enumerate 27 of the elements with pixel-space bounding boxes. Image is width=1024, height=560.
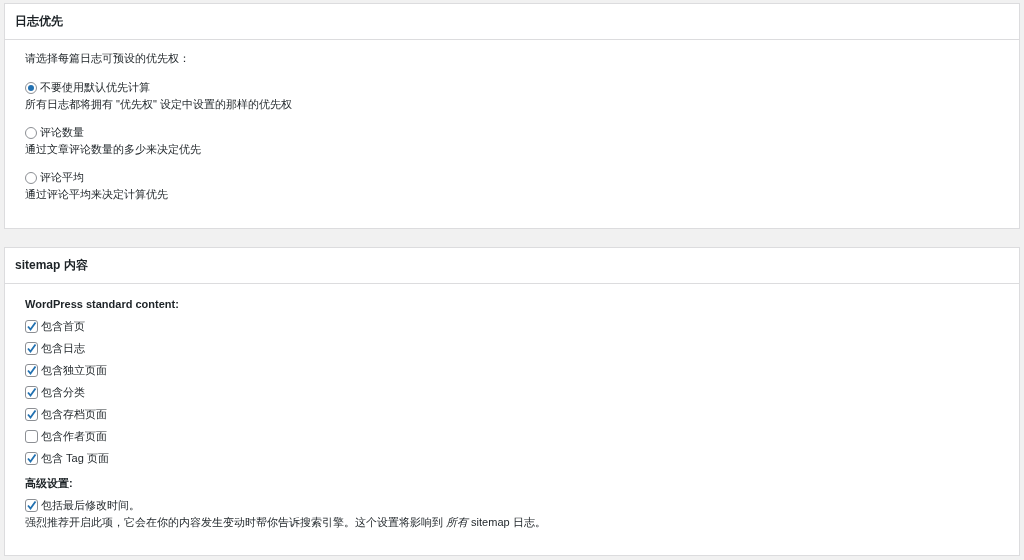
intro-text: 请选择每篇日志可预设的优先权：	[25, 51, 191, 66]
panel-title: 日志优先	[5, 4, 1019, 40]
checkbox[interactable]	[25, 452, 38, 465]
option-description: 所有日志都将拥有 "优先权" 设定中设置的那样的优先权	[25, 97, 293, 112]
checkbox-option[interactable]: 包含存档页面	[25, 407, 107, 422]
checkbox-option[interactable]: 包含 Tag 页面	[25, 451, 109, 466]
radio-option[interactable]: 评论平均	[25, 170, 84, 185]
checkbox[interactable]	[25, 499, 38, 512]
panel-title: sitemap 内容	[5, 248, 1019, 284]
checkbox[interactable]	[25, 408, 38, 421]
checkbox-option[interactable]: 包含分类	[25, 385, 85, 400]
section-heading: 高级设置:	[25, 476, 74, 491]
radio-option[interactable]: 不要使用默认优先计算	[25, 80, 150, 95]
checkbox-option[interactable]: 包含独立页面	[25, 363, 107, 378]
checkbox-option[interactable]: 包含作者页面	[25, 429, 107, 444]
checkbox-option[interactable]: 包括最后修改时间。	[25, 498, 140, 513]
option-description: 通过文章评论数量的多少来决定优先	[25, 142, 202, 157]
checkbox-option[interactable]: 包含首页	[25, 319, 85, 334]
checkbox-option[interactable]: 包含日志	[25, 341, 85, 356]
checkbox[interactable]	[25, 430, 38, 443]
checkbox[interactable]	[25, 386, 38, 399]
option-description: 通过评论平均来决定计算优先	[25, 187, 169, 202]
checkbox[interactable]	[25, 320, 38, 333]
radio-option[interactable]: 评论数量	[25, 125, 84, 140]
section-heading: WordPress standard content:	[25, 297, 180, 312]
checkbox[interactable]	[25, 364, 38, 377]
checkbox[interactable]	[25, 342, 38, 355]
